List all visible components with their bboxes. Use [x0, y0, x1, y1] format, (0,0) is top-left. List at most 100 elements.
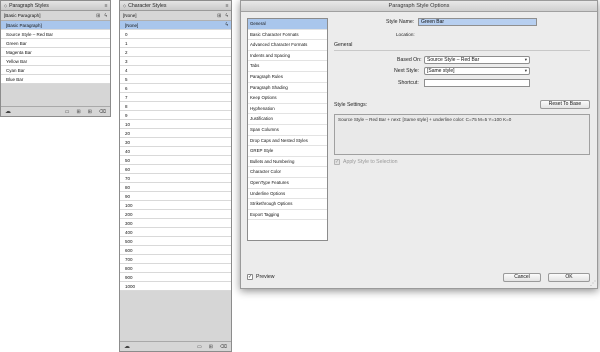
list-item[interactable]: 8 — [120, 102, 231, 111]
list-item[interactable]: 1000 — [120, 282, 231, 291]
list-item[interactable]: Yellow Bar — [1, 57, 110, 66]
list-item[interactable]: 700 — [120, 255, 231, 264]
list-item[interactable]: Green Bar — [1, 39, 110, 48]
paragraph-styles-title: Paragraph Styles — [9, 2, 49, 9]
trash-icon[interactable]: ⌫ — [220, 344, 227, 350]
cloud-icon[interactable]: ☁ — [124, 343, 130, 350]
list-item[interactable]: 60 — [120, 165, 231, 174]
based-on-select[interactable]: Source Style – Red Bar ▾ — [424, 56, 530, 64]
cloud-icon[interactable]: ☁ — [5, 108, 11, 115]
category-item[interactable]: Indents and Spacing — [248, 51, 327, 62]
list-item[interactable]: 9 — [120, 111, 231, 120]
paragraph-styles-header: ◇ Paragraph Styles ≡ — [1, 1, 110, 11]
lightning-icon[interactable]: ϟ — [225, 13, 228, 19]
category-item[interactable]: Paragraph Rules — [248, 72, 327, 83]
category-item[interactable]: Character Color — [248, 167, 327, 178]
list-item[interactable]: Cyan Bar — [1, 66, 110, 75]
list-item[interactable]: 30 — [120, 138, 231, 147]
list-item[interactable]: 2 — [120, 48, 231, 57]
next-style-value: [Same style] — [427, 68, 455, 74]
list-item[interactable]: [Basic Paragraph] — [1, 21, 110, 30]
panel-menu-icon[interactable]: ≡ — [226, 3, 229, 9]
chevron-down-icon: ▾ — [524, 68, 527, 73]
list-item[interactable]: 200 — [120, 210, 231, 219]
reset-to-base-button[interactable]: Reset To Base — [540, 100, 590, 109]
category-item[interactable]: Justification — [248, 114, 327, 125]
folder-icon[interactable]: ▭ — [197, 344, 202, 350]
preview-label: Preview — [256, 274, 275, 280]
list-item[interactable]: Source Style – Red Bar — [1, 30, 110, 39]
category-item[interactable]: Paragraph Shading — [248, 83, 327, 94]
list-item[interactable]: 500 — [120, 237, 231, 246]
list-item[interactable]: 900 — [120, 273, 231, 282]
list-item[interactable]: 90 — [120, 192, 231, 201]
collapse-icon[interactable]: ◇ — [123, 3, 126, 8]
section-title: General — [334, 42, 353, 48]
list-item[interactable]: [None] ϟ — [120, 21, 231, 30]
list-item[interactable]: 6 — [120, 84, 231, 93]
category-item[interactable]: Keep Options — [248, 93, 327, 104]
list-item[interactable]: 7 — [120, 93, 231, 102]
list-item[interactable]: Blue Bar — [1, 75, 110, 84]
category-item[interactable]: Export Tagging — [248, 210, 327, 221]
list-item[interactable]: 100 — [120, 201, 231, 210]
paragraph-styles-tab[interactable]: ◇ Paragraph Styles — [4, 3, 49, 9]
based-on-value: Source Style – Red Bar — [427, 57, 480, 63]
list-item[interactable]: 4 — [120, 66, 231, 75]
cancel-button[interactable]: Cancel — [503, 273, 541, 282]
list-item[interactable]: 40 — [120, 147, 231, 156]
apply-style-checkbox[interactable]: ✓ — [334, 159, 340, 165]
new-style-icon[interactable]: ⊞ — [96, 13, 100, 19]
character-styles-panel: ◇ Character Styles ≡ [None] ⊞ ϟ [None] ϟ 0… — [119, 0, 232, 352]
shortcut-label: Shortcut: — [398, 80, 419, 86]
ok-button[interactable]: OK — [548, 273, 590, 282]
edit-style-icon: ϟ — [225, 22, 228, 28]
list-item[interactable]: 1 — [120, 39, 231, 48]
list-item[interactable]: 5 — [120, 75, 231, 84]
list-item[interactable]: 400 — [120, 228, 231, 237]
new-style-icon[interactable]: ⊞ — [77, 109, 81, 115]
style-name-field[interactable]: Green Bar — [418, 18, 537, 26]
list-item[interactable]: 10 — [120, 120, 231, 129]
category-item[interactable]: Strikethrough Options — [248, 199, 327, 210]
location-label: Location: — [396, 32, 415, 37]
paragraph-style-options-dialog: Paragraph Style Options General Basic Ch… — [240, 0, 598, 289]
category-list: General Basic Character Formats Advanced… — [247, 18, 328, 241]
list-item[interactable]: 800 — [120, 264, 231, 273]
based-on-label: Based On: — [397, 57, 422, 63]
category-item[interactable]: General — [248, 19, 327, 30]
category-item[interactable]: Basic Character Formats — [248, 30, 327, 41]
category-item[interactable]: OpenType Features — [248, 178, 327, 189]
preview-checkbox[interactable]: ✓ — [247, 274, 253, 280]
trash-icon[interactable]: ⌫ — [99, 109, 106, 115]
next-style-select[interactable]: [Same style] ▾ — [424, 67, 530, 75]
category-item[interactable]: Hyphenation — [248, 104, 327, 115]
new-style-icon[interactable]: ⊞ — [88, 109, 92, 115]
character-styles-tab[interactable]: ◇ Character Styles — [123, 3, 166, 9]
shortcut-field[interactable] — [424, 79, 530, 87]
new-style-icon[interactable]: ⊞ — [217, 13, 221, 19]
collapse-icon[interactable]: ◇ — [4, 3, 7, 8]
resize-grip-icon[interactable]: ⋰ — [590, 280, 596, 287]
lightning-icon[interactable]: ϟ — [104, 13, 107, 19]
list-item[interactable]: 600 — [120, 246, 231, 255]
list-item[interactable]: 300 — [120, 219, 231, 228]
current-character-style: [None] ⊞ ϟ — [120, 11, 231, 21]
list-item[interactable]: 80 — [120, 183, 231, 192]
category-item[interactable]: GREP Style — [248, 146, 327, 157]
list-item[interactable]: 70 — [120, 174, 231, 183]
list-item[interactable]: 0 — [120, 30, 231, 39]
category-item[interactable]: Advanced Character Formats — [248, 40, 327, 51]
list-item[interactable]: Magenta Bar — [1, 48, 110, 57]
panel-menu-icon[interactable]: ≡ — [105, 3, 108, 9]
category-item[interactable]: Span Columns — [248, 125, 327, 136]
category-item[interactable]: Tabs — [248, 61, 327, 72]
category-item[interactable]: Underline Options — [248, 189, 327, 200]
list-item[interactable]: 20 — [120, 129, 231, 138]
folder-icon[interactable]: ▭ — [65, 109, 70, 115]
category-item[interactable]: Drop Caps and Nested Styles — [248, 136, 327, 147]
new-style-icon[interactable]: ⊞ — [209, 344, 213, 350]
list-item[interactable]: 3 — [120, 57, 231, 66]
list-item[interactable]: 50 — [120, 156, 231, 165]
category-item[interactable]: Bullets and Numbering — [248, 157, 327, 168]
